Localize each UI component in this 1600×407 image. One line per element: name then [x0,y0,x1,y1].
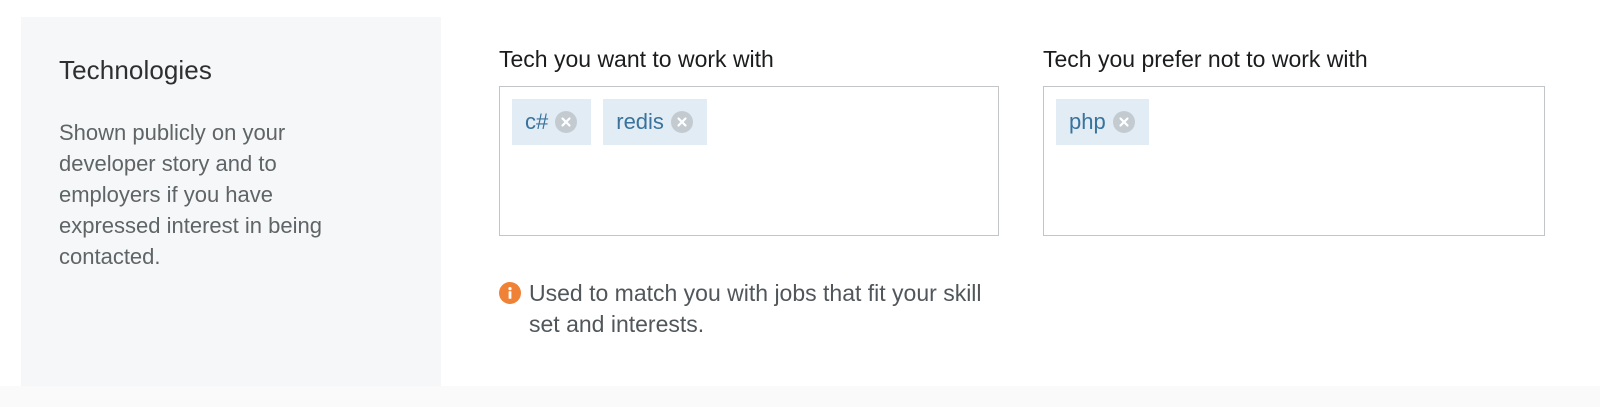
section-title: Technologies [59,55,212,85]
tag-label: php [1069,109,1106,134]
tag-php: php [1056,99,1149,145]
tag-label: redis [616,109,664,134]
want-tech-label: Tech you want to work with [499,46,774,72]
tag-csharp: c# [512,99,592,145]
tag-redis: redis [603,99,707,145]
avoid-tech-label: Tech you prefer not to work with [1043,46,1368,72]
avoid-tech-input[interactable]: php [1043,86,1545,236]
remove-tag-icon[interactable] [1112,111,1135,133]
info-icon [499,282,521,304]
want-tech-input[interactable]: c# redis [499,86,999,236]
page: Technologies Shown publicly on your deve… [0,0,1600,407]
want-tag-list: c# redis [512,99,707,145]
tag-label: c# [525,109,549,134]
section-description: Shown publicly on your developer story a… [59,120,322,269]
hint-text: Used to match you with jobs that fit you… [529,280,982,337]
section-sidebar: Technologies Shown publicly on your deve… [21,17,441,386]
technologies-section: Technologies Shown publicly on your deve… [0,0,1600,386]
remove-tag-icon[interactable] [670,111,693,133]
remove-tag-icon[interactable] [555,111,578,133]
avoid-tag-list: php [1056,99,1149,145]
matching-hint: Used to match you with jobs that fit you… [499,278,989,340]
